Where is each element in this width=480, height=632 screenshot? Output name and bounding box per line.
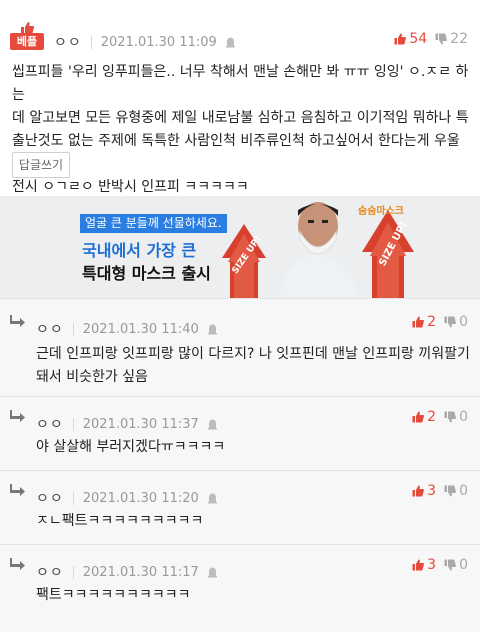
- vote-box: 2 0: [412, 409, 468, 425]
- author-name[interactable]: ㅇㅇ: [36, 488, 64, 508]
- thumbs-up-icon: [412, 316, 425, 328]
- report-icon[interactable]: [207, 323, 218, 335]
- comment-meta: ㅇㅇ 2021.01.30 11:09: [54, 32, 236, 52]
- thumbs-up-icon: [412, 559, 425, 571]
- upvote-button[interactable]: 2: [412, 409, 436, 425]
- reply-body: 근데 인프피랑 잇프피랑 많이 다르지? 나 잇프핀데 맨날 인프피랑 끼워팔기…: [36, 343, 476, 389]
- reply-line: 돼서 비슷한가 싶음: [36, 369, 148, 385]
- reply-button[interactable]: 답글쓰기: [12, 152, 70, 178]
- downvote-count: 0: [459, 314, 468, 330]
- reply-meta: ㅇㅇ 2021.01.30 11:20: [36, 488, 218, 508]
- thumbs-down-icon: [435, 33, 448, 45]
- thumbs-up-icon: [394, 33, 407, 45]
- thumbs-up-icon: [412, 411, 425, 423]
- upvote-count: 2: [427, 409, 437, 425]
- thumbs-up-icon: [412, 485, 425, 497]
- reply-line: ㅈㄴ팩트ㅋㅋㅋㅋㅋㅋㅋㅋㅋ: [36, 513, 204, 529]
- author-name[interactable]: ㅇㅇ: [36, 414, 64, 434]
- downvote-button[interactable]: 0: [444, 483, 468, 499]
- reply-meta: ㅇㅇ 2021.01.30 11:17: [36, 562, 218, 582]
- upvote-count: 3: [427, 557, 437, 573]
- thumbs-down-icon: [444, 559, 457, 571]
- timestamp: 2021.01.30 11:40: [82, 321, 199, 337]
- best-badge: 베플: [10, 22, 44, 50]
- reply-body: ㅈㄴ팩트ㅋㅋㅋㅋㅋㅋㅋㅋㅋ: [36, 510, 476, 533]
- thumbs-down-icon: [444, 485, 457, 497]
- comment-line: 출난것도 없는 주제에 독특한 사람인척 비주류인척 하고싶어서 한다는게 우울…: [12, 133, 460, 172]
- thumbs-down-icon: [444, 411, 457, 423]
- comment-line: 데 알고보면 모든 유형중에 제일 내로남불 심하고 음침하고 이기적임 뭐하나…: [12, 110, 469, 126]
- upvote-button[interactable]: 3: [412, 483, 436, 499]
- timestamp: 2021.01.30 11:20: [82, 490, 199, 506]
- reply-body: 야 살살해 부러지겠다ㅠㅋㅋㅋㅋ: [36, 436, 476, 459]
- upvote-count: 2: [427, 314, 437, 330]
- ad-subheadline: 특대형 마스크 출시: [82, 264, 211, 283]
- vote-box: 3 0: [412, 557, 468, 573]
- ad-headline: 국내에서 가장 큰: [82, 241, 197, 260]
- report-icon[interactable]: [225, 36, 236, 48]
- upvote-count: 3: [427, 483, 437, 499]
- author-name[interactable]: ㅇㅇ: [36, 319, 64, 339]
- downvote-count: 0: [459, 557, 468, 573]
- reply-arrow-icon: [10, 315, 25, 327]
- downvote-button[interactable]: 22: [435, 31, 468, 47]
- reply-line: 근데 인프피랑 잇프피랑 많이 다르지? 나 잇프핀데 맨날 인프피랑 끼워팔기: [36, 346, 470, 362]
- reply-arrow-icon: [10, 484, 25, 496]
- reply-item: ㅇㅇ 2021.01.30 11:37 2 0 야 살살해 부러지겠다ㅠㅋㅋㅋㅋ: [0, 396, 480, 470]
- comment-body: 씹프피들 '우리 잉푸피들은.. 너무 착해서 맨날 손해만 봐 ㅠㅠ 잉잉' …: [12, 61, 472, 199]
- report-icon[interactable]: [207, 566, 218, 578]
- ad-logo: 숨숨마스크: [358, 206, 404, 217]
- reply-arrow-icon: [10, 410, 25, 422]
- best-comment: 베플 ㅇㅇ 2021.01.30 11:09 54 22 씹프피들 '우리 잉푸…: [0, 0, 480, 196]
- reply-item: ㅇㅇ 2021.01.30 11:40 2 0 근데 인프피랑 잇프피랑 많이 …: [0, 298, 480, 396]
- author-name[interactable]: ㅇㅇ: [36, 562, 64, 582]
- upvote-button[interactable]: 54: [394, 31, 427, 47]
- best-label: 베플: [10, 33, 44, 50]
- downvote-button[interactable]: 0: [444, 314, 468, 330]
- reply-line: 야 살살해 부러지겠다ㅠㅋㅋㅋㅋ: [36, 439, 226, 455]
- upvote-count: 54: [409, 31, 428, 47]
- reply-line: 팩트ㅋㅋㅋㅋㅋㅋㅋㅋㅋㅋ: [36, 587, 191, 603]
- downvote-button[interactable]: 0: [444, 409, 468, 425]
- ad-tagline: 얼굴 큰 분들께 선물하세요.: [80, 214, 227, 233]
- timestamp: 2021.01.30 11:37: [82, 416, 199, 432]
- vote-box: 54 22: [394, 31, 468, 47]
- vote-box: 2 0: [412, 314, 468, 330]
- vote-box: 3 0: [412, 483, 468, 499]
- downvote-count: 0: [459, 483, 468, 499]
- downvote-count: 22: [450, 31, 468, 47]
- timestamp: 2021.01.30 11:17: [82, 564, 199, 580]
- divider: [72, 417, 74, 431]
- reply-meta: ㅇㅇ 2021.01.30 11:40: [36, 319, 218, 339]
- author-name[interactable]: ㅇㅇ: [54, 32, 82, 52]
- divider: [72, 322, 74, 336]
- reply-meta: ㅇㅇ 2021.01.30 11:37: [36, 414, 218, 434]
- upvote-button[interactable]: 2: [412, 314, 436, 330]
- divider: [90, 35, 92, 49]
- reply-arrow-icon: [10, 558, 25, 570]
- reply-item: ㅇㅇ 2021.01.30 11:17 3 0 팩트ㅋㅋㅋㅋㅋㅋㅋㅋㅋㅋ: [0, 544, 480, 632]
- timestamp: 2021.01.30 11:09: [100, 34, 217, 50]
- reply-item: ㅇㅇ 2021.01.30 11:20 3 0 ㅈㄴ팩트ㅋㅋㅋㅋㅋㅋㅋㅋㅋ: [0, 470, 480, 544]
- thumbs-down-icon: [444, 316, 457, 328]
- report-icon[interactable]: [207, 418, 218, 430]
- downvote-count: 0: [459, 409, 468, 425]
- divider: [72, 491, 74, 505]
- comment-line: 씹프피들 '우리 잉푸피들은.. 너무 착해서 맨날 손해만 봐 ㅠㅠ 잉잉' …: [12, 64, 469, 103]
- reply-body: 팩트ㅋㅋㅋㅋㅋㅋㅋㅋㅋㅋ: [36, 584, 476, 607]
- ad-banner[interactable]: 얼굴 큰 분들께 선물하세요. 국내에서 가장 큰 특대형 마스크 출시 SIZ…: [0, 196, 480, 298]
- report-icon[interactable]: [207, 492, 218, 504]
- divider: [72, 565, 74, 579]
- upvote-button[interactable]: 3: [412, 557, 436, 573]
- downvote-button[interactable]: 0: [444, 557, 468, 573]
- person-figure: [280, 202, 356, 298]
